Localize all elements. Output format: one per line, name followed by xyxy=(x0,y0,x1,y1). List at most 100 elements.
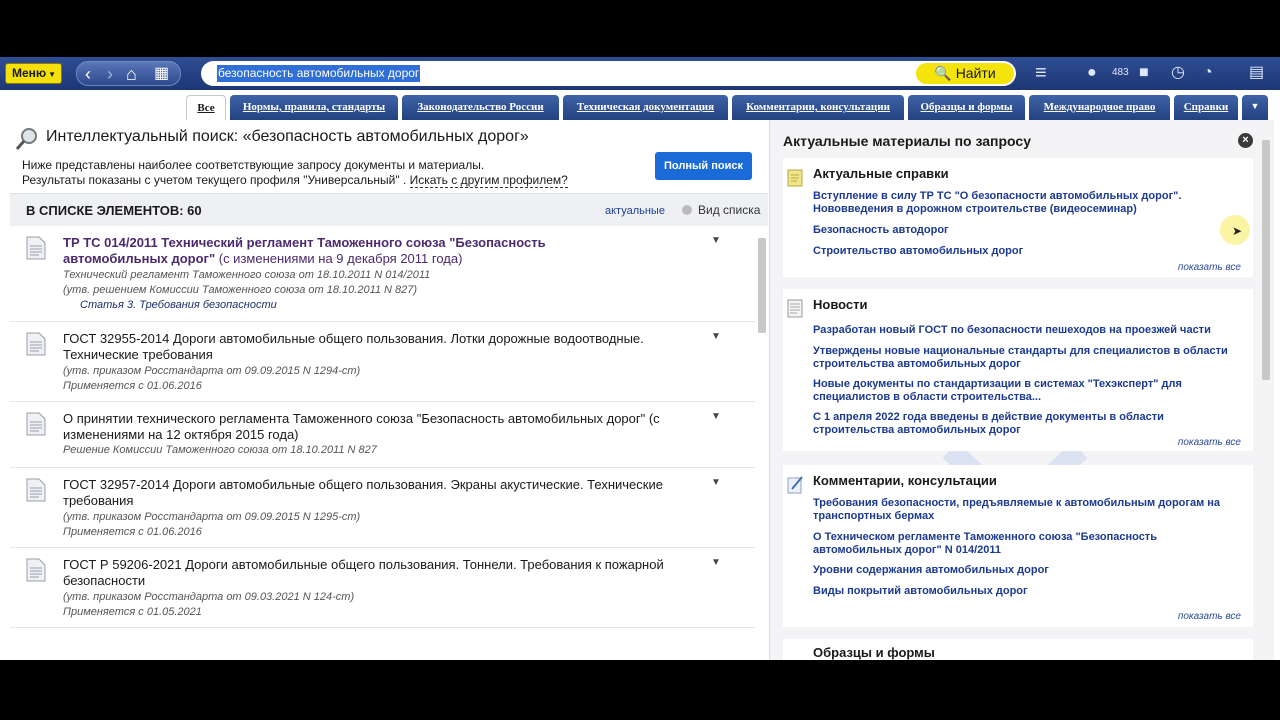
subtitle-profile-text: Результаты показаны с учетом текущего пр… xyxy=(22,173,410,187)
close-icon[interactable]: × xyxy=(1238,133,1253,148)
home-icon[interactable]: ⌂ xyxy=(126,63,137,85)
other-profile-link[interactable]: Искать с другим профилем? xyxy=(409,173,568,188)
section-title: Комментарии, консультации xyxy=(813,473,997,488)
related-materials-panel: Актуальные материалы по запросу × Актуал… xyxy=(769,120,1274,660)
results-header: В СПИСКЕ ЭЛЕМЕНТОВ: 60 актуальные Вид сп… xyxy=(10,193,768,226)
tab-norms[interactable]: Нормы, правила, стандарты xyxy=(230,95,398,120)
panel-title: Актуальные материалы по запросу xyxy=(783,133,1031,149)
result-title[interactable]: ТР ТС 014/2011 Технический регламент Там… xyxy=(63,235,683,267)
tab-all[interactable]: Все xyxy=(186,95,226,120)
show-all-link[interactable]: показать все xyxy=(1178,611,1241,622)
menu-button-label: Меню xyxy=(12,66,47,80)
list-item[interactable]: ГОСТ 32955-2014 Дороги автомобильные общ… xyxy=(10,322,755,402)
tab-forms[interactable]: Образцы и формы xyxy=(908,95,1025,120)
section-forms: Образцы и формы xyxy=(783,639,1253,660)
find-button[interactable]: 🔍 Найти xyxy=(916,63,1014,84)
panel-scrollbar[interactable] xyxy=(1261,130,1271,650)
mouse-pointer-icon: ➤ xyxy=(1232,224,1243,238)
full-search-button[interactable]: Полный поиск xyxy=(655,152,752,180)
hamburger-menu-icon[interactable]: ≡ xyxy=(1035,63,1047,83)
menu-button[interactable]: Меню ▼ xyxy=(5,63,62,84)
subtitle-line: Ниже представлены наиболее соответствующ… xyxy=(22,158,485,172)
result-meta: Применяется с 01.06.2016 xyxy=(63,526,202,538)
result-meta: Решение Комиссии Таможенного союза от 18… xyxy=(63,444,377,456)
apps-grid-icon[interactable]: ▦ xyxy=(154,63,169,85)
result-title[interactable]: ГОСТ 32955-2014 Дороги автомобильные общ… xyxy=(63,331,683,363)
result-title-line1: ТР ТС 014/2011 Технический регламент Там… xyxy=(63,235,546,250)
navigation-group: ‹ › ⌂ ▦ xyxy=(76,61,181,86)
section-title: Образцы и формы xyxy=(813,645,935,660)
show-all-link[interactable]: показать все xyxy=(1178,437,1241,448)
expand-arrow-icon[interactable]: ▼ xyxy=(711,411,721,422)
history-icon[interactable]: ◷ xyxy=(1171,64,1185,82)
list-item[interactable]: ТР ТС 014/2011 Технический регламент Там… xyxy=(10,226,755,322)
app-window: Меню ▼ ‹ › ⌂ ▦ безопасность автомобильных… xyxy=(0,57,1280,660)
result-meta: Применяется с 01.06.2016 xyxy=(63,380,202,392)
back-icon[interactable]: ‹ xyxy=(85,63,91,85)
pen-icon xyxy=(787,476,803,494)
results-scrollbar[interactable] xyxy=(757,226,767,660)
find-icon: 🔍 xyxy=(934,65,952,81)
section-link[interactable]: Разработан новый ГОСТ по безопасности пе… xyxy=(813,324,1248,337)
references-icon xyxy=(787,169,803,187)
tab-comments[interactable]: Комментарии, консультации xyxy=(732,95,904,120)
section-title: Новости xyxy=(813,297,868,312)
user-icon[interactable]: ● xyxy=(1087,64,1097,82)
view-list-toggle[interactable]: Вид списка xyxy=(682,203,760,217)
section-link[interactable]: Строительство автомобильных дорог xyxy=(813,245,1248,258)
result-meta: (утв. приказом Росстандарта от 09.09.201… xyxy=(63,365,361,377)
section-link[interactable]: Новые документы по стандартизации в сист… xyxy=(813,378,1248,404)
user-count: 483 xyxy=(1112,67,1129,78)
expand-arrow-icon[interactable]: ▼ xyxy=(711,477,721,488)
document-icon xyxy=(26,412,46,436)
section-link[interactable]: Уровни содержания автомобильных дорог xyxy=(813,564,1248,577)
actual-filter-link[interactable]: актуальные xyxy=(605,205,665,217)
document-icon xyxy=(26,236,46,260)
timer-icon[interactable]: ◔ xyxy=(1203,64,1213,82)
expand-arrow-icon[interactable]: ▼ xyxy=(711,235,721,246)
tab-bar: Все Нормы, правила, стандарты Законодате… xyxy=(0,90,1280,120)
expand-arrow-icon[interactable]: ▼ xyxy=(711,331,721,342)
result-meta: (утв. решением Комиссии Таможенного союз… xyxy=(63,284,418,296)
tab-legislation[interactable]: Законодательство России xyxy=(402,95,559,120)
news-icon xyxy=(787,299,803,318)
scrollbar-thumb[interactable] xyxy=(758,238,766,333)
result-title[interactable]: ГОСТ 32957-2014 Дороги автомобильные общ… xyxy=(63,477,683,509)
forward-icon[interactable]: › xyxy=(107,63,113,85)
search-input[interactable]: безопасность автомобильных дорог xyxy=(217,65,421,82)
tabs-more-button[interactable]: ▼ xyxy=(1242,95,1268,120)
search-field[interactable]: безопасность автомобильных дорог xyxy=(201,61,1016,86)
result-meta: (утв. приказом Росстандарта от 09.03.202… xyxy=(63,591,355,603)
chevron-down-icon: ▼ xyxy=(1250,101,1260,111)
section-link[interactable]: Вступление в силу ТР ТС "О безопасности … xyxy=(813,190,1248,216)
section-comments: Комментарии, консультации Требования без… xyxy=(783,465,1253,627)
view-list-label: Вид списка xyxy=(698,203,761,217)
section-link[interactable]: С 1 апреля 2022 года введены в действие … xyxy=(813,411,1248,437)
scrollbar-thumb[interactable] xyxy=(1262,140,1270,380)
result-meta: Технический регламент Таможенного союза … xyxy=(63,269,431,281)
result-changes: (с изменениями на 9 декабря 2011 года) xyxy=(215,251,463,266)
view-list-icon xyxy=(682,205,692,215)
tab-references[interactable]: Справки xyxy=(1174,95,1238,120)
document-icon xyxy=(26,332,46,356)
section-link[interactable]: Требования безопасности, предъявляемые к… xyxy=(813,497,1248,523)
show-all-link[interactable]: показать все xyxy=(1178,262,1241,273)
section-title: Актуальные справки xyxy=(813,166,949,181)
expand-arrow-icon[interactable]: ▼ xyxy=(711,557,721,568)
result-title[interactable]: О принятии технического регламента Тамож… xyxy=(63,411,683,443)
list-item[interactable]: ГОСТ Р 59206-2021 Дороги автомобильные о… xyxy=(10,548,755,628)
result-article-link[interactable]: Статья 3. Требования безопасности xyxy=(80,299,277,311)
find-button-label: Найти xyxy=(955,65,996,81)
chat-icon[interactable]: ▤ xyxy=(1249,64,1264,82)
section-link[interactable]: Безопасность автодорог xyxy=(813,224,1248,237)
section-news: Новости Разработан новый ГОСТ по безопас… xyxy=(783,289,1253,451)
list-item[interactable]: О принятии технического регламента Тамож… xyxy=(10,402,755,468)
result-title[interactable]: ГОСТ Р 59206-2021 Дороги автомобильные о… xyxy=(63,557,683,589)
section-link[interactable]: Виды покрытий автомобильных дорог xyxy=(813,585,1248,598)
list-item[interactable]: ГОСТ 32957-2014 Дороги автомобильные общ… xyxy=(10,468,755,548)
section-link[interactable]: Утверждены новые национальные стандарты … xyxy=(813,345,1248,371)
tab-technical-docs[interactable]: Техническая документация xyxy=(563,95,728,120)
tab-international-law[interactable]: Международное право xyxy=(1029,95,1170,120)
section-link[interactable]: О Техническом регламенте Таможенного сою… xyxy=(813,531,1248,557)
folder-icon[interactable]: ■ xyxy=(1139,64,1149,82)
